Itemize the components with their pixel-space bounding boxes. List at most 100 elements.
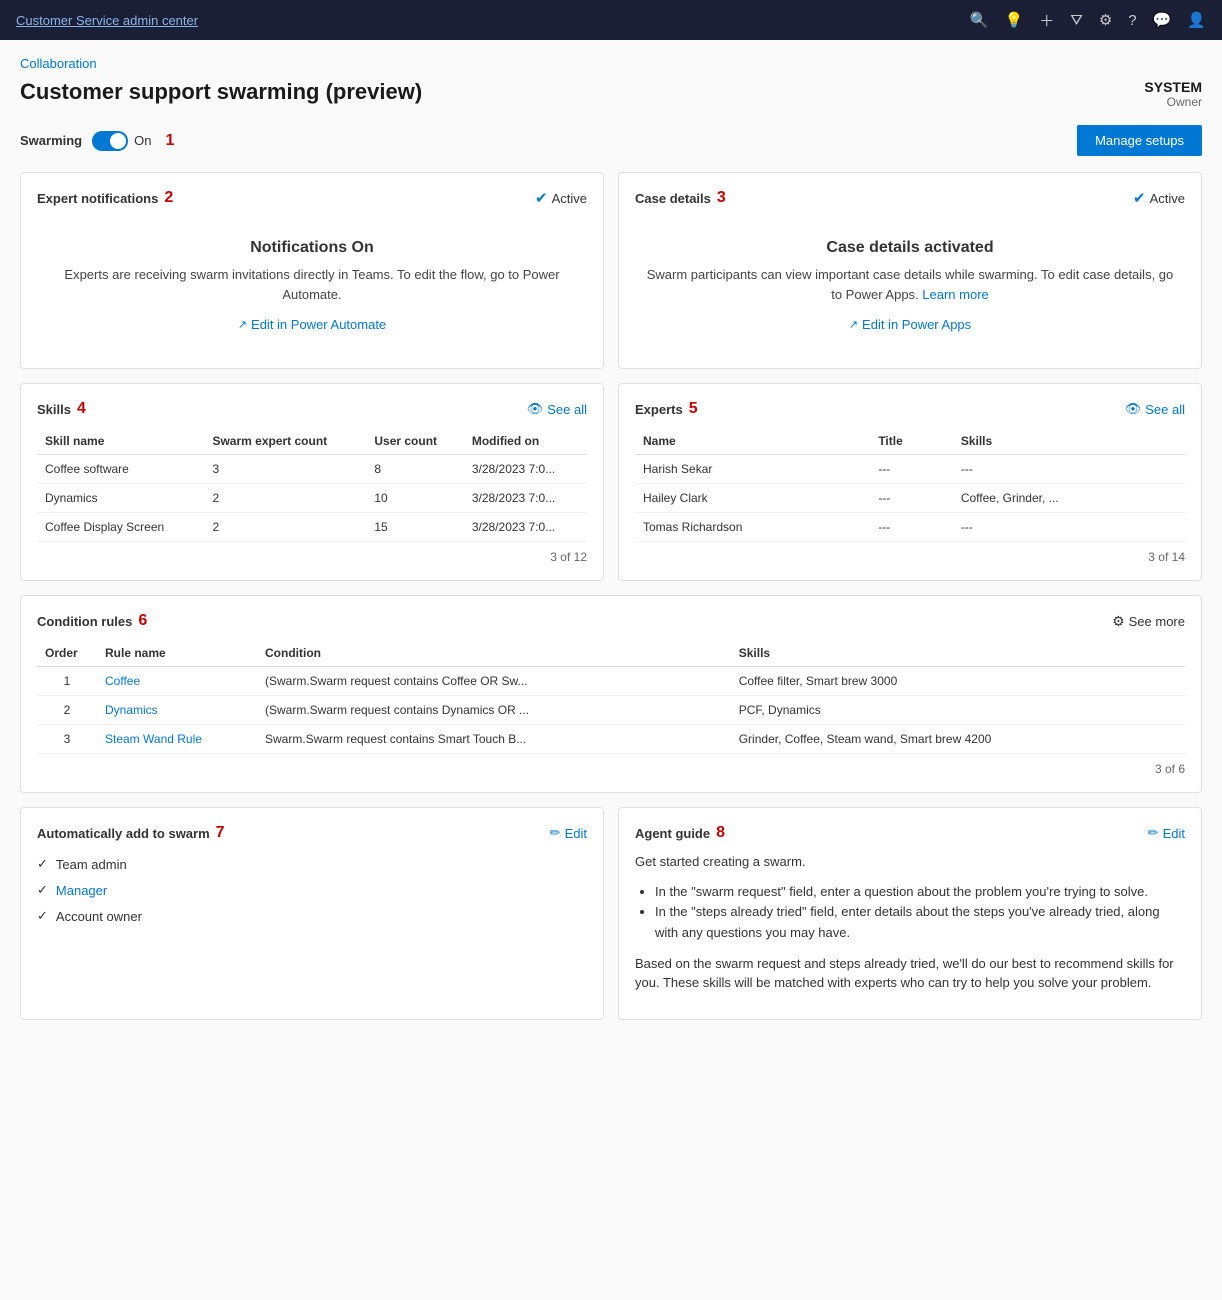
- plus-icon[interactable]: ＋: [1039, 10, 1054, 31]
- skills-experts-grid: Skills 4 👁 See all Skill name Swarm expe…: [20, 383, 1202, 581]
- lightbulb-icon[interactable]: 💡: [1005, 11, 1024, 29]
- swarming-row: Swarming On 1 Manage setups: [20, 125, 1202, 156]
- search-icon[interactable]: 🔍: [970, 11, 989, 29]
- skill-modified-on: 3/28/2023 7:0...: [464, 484, 587, 513]
- skills-title: Skills 4: [37, 400, 86, 418]
- expert-skills: Coffee, Grinder, ...: [953, 484, 1185, 513]
- skill-name: Coffee Display Screen: [37, 513, 204, 542]
- skills-col-user: User count: [366, 428, 463, 455]
- notif-card-title: Notifications On: [47, 239, 577, 257]
- gear-icon-2: ⚙: [1112, 613, 1125, 630]
- rule-condition: (Swarm.Swarm request contains Coffee OR …: [257, 667, 731, 696]
- rule-name[interactable]: Steam Wand Rule: [97, 725, 257, 754]
- chat-icon[interactable]: 💬: [1153, 11, 1172, 29]
- skills-header: Skills 4 👁 See all: [37, 400, 587, 418]
- expert-notifications-card: Expert notifications 2 ✔ Active Notifica…: [20, 172, 604, 369]
- bottom-grid: Automatically add to swarm 7 ✏ Edit ✓ Te…: [20, 807, 1202, 1020]
- agent-guide-title: Agent guide 8: [635, 824, 725, 842]
- step-badge-3: 3: [717, 189, 726, 207]
- skill-modified-on: 3/28/2023 7:0...: [464, 513, 587, 542]
- expert-name: Hailey Clark: [635, 484, 870, 513]
- app-title[interactable]: Customer Service admin center: [16, 13, 958, 28]
- step-badge-6: 6: [138, 612, 147, 630]
- agent-closing: Based on the swarm request and steps alr…: [635, 954, 1185, 993]
- case-details-content: Case details activated Swarm participant…: [635, 219, 1185, 352]
- table-row: Coffee Display Screen 2 15 3/28/2023 7:0…: [37, 513, 587, 542]
- auto-add-items: ✓ Team admin ✓ Manager ✓ Account owner: [37, 856, 587, 924]
- skill-user-count: 10: [366, 484, 463, 513]
- step-badge-2: 2: [164, 189, 173, 207]
- external-link-icon: ↗: [238, 318, 247, 331]
- breadcrumb[interactable]: Collaboration: [20, 56, 1202, 71]
- learn-more-link[interactable]: Learn more: [922, 287, 988, 302]
- expert-skills: ---: [953, 513, 1185, 542]
- check-icon: ✓: [37, 856, 48, 872]
- active-check-case-icon: ✔: [1133, 189, 1146, 207]
- active-check-icon: ✔: [535, 189, 548, 207]
- rule-order: 1: [37, 667, 97, 696]
- expert-title: ---: [870, 455, 953, 484]
- rule-name[interactable]: Dynamics: [97, 696, 257, 725]
- person-icon[interactable]: 👤: [1187, 11, 1206, 29]
- owner-label: Owner: [1144, 95, 1202, 109]
- rule-name[interactable]: Coffee: [97, 667, 257, 696]
- system-name: SYSTEM: [1144, 79, 1202, 95]
- active-badge-notifications: ✔ Active: [535, 189, 587, 207]
- eye-icon: 👁: [527, 401, 544, 417]
- top-navigation: Customer Service admin center 🔍 💡 ＋ ⛛ ⚙ …: [0, 0, 1222, 40]
- notif-card-desc: Experts are receiving swarm invitations …: [47, 265, 577, 304]
- filter-icon[interactable]: ⛛: [1070, 12, 1083, 29]
- skills-col-expert: Swarm expert count: [204, 428, 366, 455]
- condition-rules-header: Condition rules 6 ⚙ See more: [37, 612, 1185, 630]
- table-row: 3 Steam Wand Rule Swarm.Swarm request co…: [37, 725, 1185, 754]
- skills-table: Skill name Swarm expert count User count…: [37, 428, 587, 542]
- gear-icon[interactable]: ⚙: [1099, 11, 1112, 29]
- swarming-left: Swarming On 1: [20, 131, 174, 151]
- expert-notifications-title: Expert notifications 2: [37, 189, 173, 207]
- case-details-card: Case details 3 ✔ Active Case details act…: [618, 172, 1202, 369]
- condition-rules-see-more-link[interactable]: ⚙ See more: [1112, 613, 1185, 630]
- swarming-toggle[interactable]: On: [92, 131, 151, 151]
- agent-guide-edit-link[interactable]: ✏ Edit: [1148, 825, 1185, 841]
- table-row: Harish Sekar --- ---: [635, 455, 1185, 484]
- skills-see-all-link[interactable]: 👁 See all: [527, 401, 587, 417]
- condition-rules-title: Condition rules 6: [37, 612, 147, 630]
- case-details-header: Case details 3 ✔ Active: [635, 189, 1185, 207]
- step-badge-1: 1: [165, 132, 174, 150]
- swarming-label: Swarming: [20, 133, 82, 148]
- skill-expert-count: 2: [204, 513, 366, 542]
- list-item: ✓ Manager: [37, 882, 587, 898]
- list-item: ✓ Team admin: [37, 856, 587, 872]
- skills-count: 3 of 12: [37, 550, 587, 564]
- agent-guide-card: Agent guide 8 ✏ Edit Get started creatin…: [618, 807, 1202, 1020]
- skill-expert-count: 2: [204, 484, 366, 513]
- skill-modified-on: 3/28/2023 7:0...: [464, 455, 587, 484]
- skills-card: Skills 4 👁 See all Skill name Swarm expe…: [20, 383, 604, 581]
- toggle-knob: [110, 133, 126, 149]
- edit-power-automate-link[interactable]: ↗ Edit in Power Automate: [238, 317, 386, 332]
- external-link-icon-2: ↗: [849, 318, 858, 331]
- table-row: Coffee software 3 8 3/28/2023 7:0...: [37, 455, 587, 484]
- rule-condition: Swarm.Swarm request contains Smart Touch…: [257, 725, 731, 754]
- experts-table: Name Title Skills Harish Sekar --- --- H…: [635, 428, 1185, 542]
- condition-rules-card: Condition rules 6 ⚙ See more Order Rule …: [20, 595, 1202, 793]
- agent-bullets: In the "swarm request" field, enter a qu…: [635, 882, 1185, 944]
- expert-name: Harish Sekar: [635, 455, 870, 484]
- rule-condition: (Swarm.Swarm request contains Dynamics O…: [257, 696, 731, 725]
- auto-add-edit-link[interactable]: ✏ Edit: [550, 825, 587, 841]
- auto-item-label: Team admin: [56, 857, 127, 872]
- manage-setups-button[interactable]: Manage setups: [1077, 125, 1202, 156]
- system-owner-block: SYSTEM Owner: [1144, 79, 1202, 109]
- experts-see-all-link[interactable]: 👁 See all: [1125, 401, 1185, 417]
- rules-col-order: Order: [37, 640, 97, 667]
- auto-add-header: Automatically add to swarm 7 ✏ Edit: [37, 824, 587, 842]
- help-icon[interactable]: ?: [1128, 12, 1136, 29]
- expert-title: ---: [870, 484, 953, 513]
- rule-order: 3: [37, 725, 97, 754]
- experts-count: 3 of 14: [635, 550, 1185, 564]
- step-badge-5: 5: [689, 400, 698, 418]
- rule-skills: PCF, Dynamics: [731, 696, 1185, 725]
- skill-name: Coffee software: [37, 455, 204, 484]
- edit-power-apps-link[interactable]: ↗ Edit in Power Apps: [849, 317, 971, 332]
- toggle-switch[interactable]: [92, 131, 128, 151]
